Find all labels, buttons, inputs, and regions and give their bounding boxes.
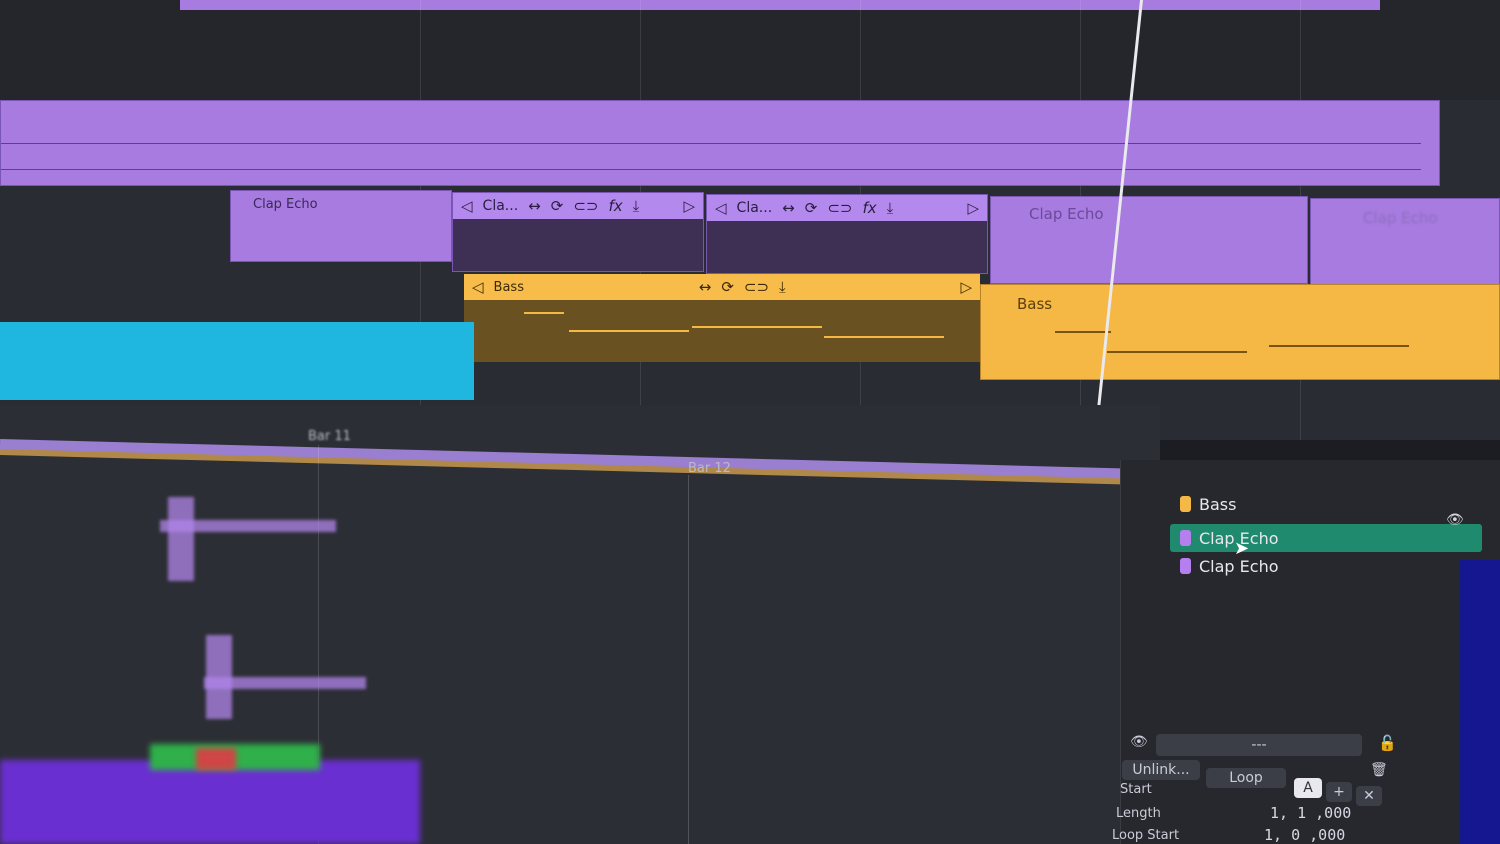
trim-left-icon[interactable]: ◁ — [715, 200, 727, 216]
clip-name-field[interactable]: --- — [1156, 734, 1362, 756]
stretch-icon[interactable]: ↔ — [782, 200, 795, 216]
bass-note — [1055, 331, 1111, 333]
bar-line — [688, 475, 689, 844]
stretch-icon[interactable]: ↔ — [699, 279, 712, 295]
link-icon[interactable]: ⊂⊃ — [827, 200, 852, 216]
loop-icon[interactable]: ⟳ — [805, 200, 818, 216]
clip-header: ◁ Cla... ↔ ⟳ ⊂⊃ fx ⤓ ▷ — [453, 193, 703, 219]
bounce-icon[interactable]: ⤓ — [633, 198, 640, 214]
loop-button[interactable]: Loop — [1206, 768, 1286, 788]
top-purple-clip[interactable] — [180, 0, 1380, 10]
track-lane-top[interactable] — [0, 0, 1500, 100]
loop-icon[interactable]: ⟳ — [721, 279, 734, 295]
prop-label-loop-start: Loop Start — [1112, 828, 1180, 843]
link-icon[interactable]: ⊂⊃ — [744, 279, 769, 295]
purple-pattern-clip[interactable] — [0, 100, 1440, 186]
daw-window: Clap Echo ◁ Cla... ↔ ⟳ ⊂⊃ fx ⤓ ▷ ◁ Cla..… — [0, 0, 1500, 844]
prop-value-loop-start[interactable]: 1, 0 ,000 — [1264, 826, 1345, 844]
waveform — [206, 635, 232, 719]
link-icon[interactable]: ⊂⊃ — [573, 198, 598, 214]
clip-clap-echo-5[interactable]: Clap Echo — [1310, 198, 1500, 290]
clip-list-item-bass[interactable]: Bass — [1170, 490, 1482, 518]
clip-label: Clap Echo — [253, 197, 318, 212]
clip-header: ◁ Bass ↔ ⟳ ⊂⊃ ⤓ ▷ — [464, 274, 980, 300]
clip-clap-echo-3[interactable]: ◁ Cla... ↔ ⟳ ⊂⊃ fx ⤓ ▷ — [706, 194, 988, 274]
unlink-button[interactable]: Unlink... — [1122, 760, 1200, 780]
clip-label: Clap Echo — [1363, 209, 1438, 227]
bass-note — [824, 336, 944, 338]
bottom-bar — [0, 760, 420, 844]
fx-icon[interactable]: fx — [862, 200, 876, 216]
bounce-icon[interactable]: ⤓ — [887, 200, 894, 216]
clip-header: ◁ Cla... ↔ ⟳ ⊂⊃ fx ⤓ ▷ — [707, 195, 987, 221]
clip-bass-1[interactable]: ◁ Bass ↔ ⟳ ⊂⊃ ⤓ ▷ — [464, 274, 980, 362]
note-line — [1, 143, 1421, 144]
clip-clap-echo-1[interactable]: Clap Echo — [230, 190, 452, 262]
trim-right-icon[interactable]: ▷ — [960, 279, 972, 295]
clip-clap-echo-4[interactable]: Clap Echo — [990, 196, 1308, 284]
clip-list-item-clap-echo-selected[interactable]: Clap Echo — [1170, 524, 1482, 552]
prop-label-length: Length — [1116, 806, 1161, 821]
clip-label: Cla... — [482, 198, 519, 214]
clip-bass-2[interactable]: Bass — [980, 284, 1500, 380]
ruler-bar-11: Bar 11 — [308, 429, 351, 444]
clip-label: Bass — [493, 279, 524, 295]
loop-icon[interactable]: ⟳ — [551, 198, 564, 214]
clip-list-label: Clap Echo — [1199, 556, 1279, 576]
a-button[interactable]: A — [1294, 778, 1322, 798]
bass-note — [1269, 345, 1409, 347]
eye-icon[interactable]: 👁 — [1130, 734, 1148, 750]
lock-icon[interactable]: 🔓 — [1378, 734, 1397, 752]
clip-cyan[interactable] — [0, 322, 474, 400]
clip-label: Clap Echo — [1029, 205, 1104, 223]
color-swatch — [1180, 530, 1191, 546]
trim-right-icon[interactable]: ▷ — [967, 200, 979, 216]
color-swatch — [1180, 496, 1191, 512]
trash-icon[interactable]: 🗑 — [1370, 762, 1388, 778]
bass-note — [569, 330, 689, 332]
clip-list-label: Bass — [1199, 494, 1237, 514]
prop-value-length[interactable]: 1, 1 ,000 — [1270, 804, 1351, 822]
ruler-bar-12: Bar 12 — [688, 461, 731, 476]
bass-note — [524, 312, 564, 314]
visibility-icon[interactable]: 👁 — [1446, 512, 1464, 528]
prop-label-start: Start — [1120, 782, 1152, 797]
trim-left-icon[interactable]: ◁ — [461, 198, 473, 214]
waveform — [168, 497, 194, 581]
fx-icon[interactable]: fx — [608, 198, 622, 214]
color-swatch — [1180, 558, 1191, 574]
desktop-edge — [1460, 560, 1500, 844]
note-line — [1, 169, 1421, 170]
clip-label: Cla... — [736, 200, 773, 216]
meter-red — [196, 748, 236, 770]
bass-note — [692, 326, 822, 328]
remove-button[interactable]: ✕ — [1356, 786, 1382, 806]
bass-note — [1107, 351, 1247, 353]
add-button[interactable]: + — [1326, 782, 1352, 802]
clip-list-item-clap-echo[interactable]: Clap Echo — [1170, 552, 1482, 580]
clip-label: Bass — [1017, 295, 1053, 313]
trim-right-icon[interactable]: ▷ — [683, 198, 695, 214]
stretch-icon[interactable]: ↔ — [528, 198, 541, 214]
bounce-icon[interactable]: ⤓ — [779, 279, 786, 295]
clip-clap-echo-2[interactable]: ◁ Cla... ↔ ⟳ ⊂⊃ fx ⤓ ▷ — [452, 192, 704, 272]
trim-left-icon[interactable]: ◁ — [472, 279, 484, 295]
